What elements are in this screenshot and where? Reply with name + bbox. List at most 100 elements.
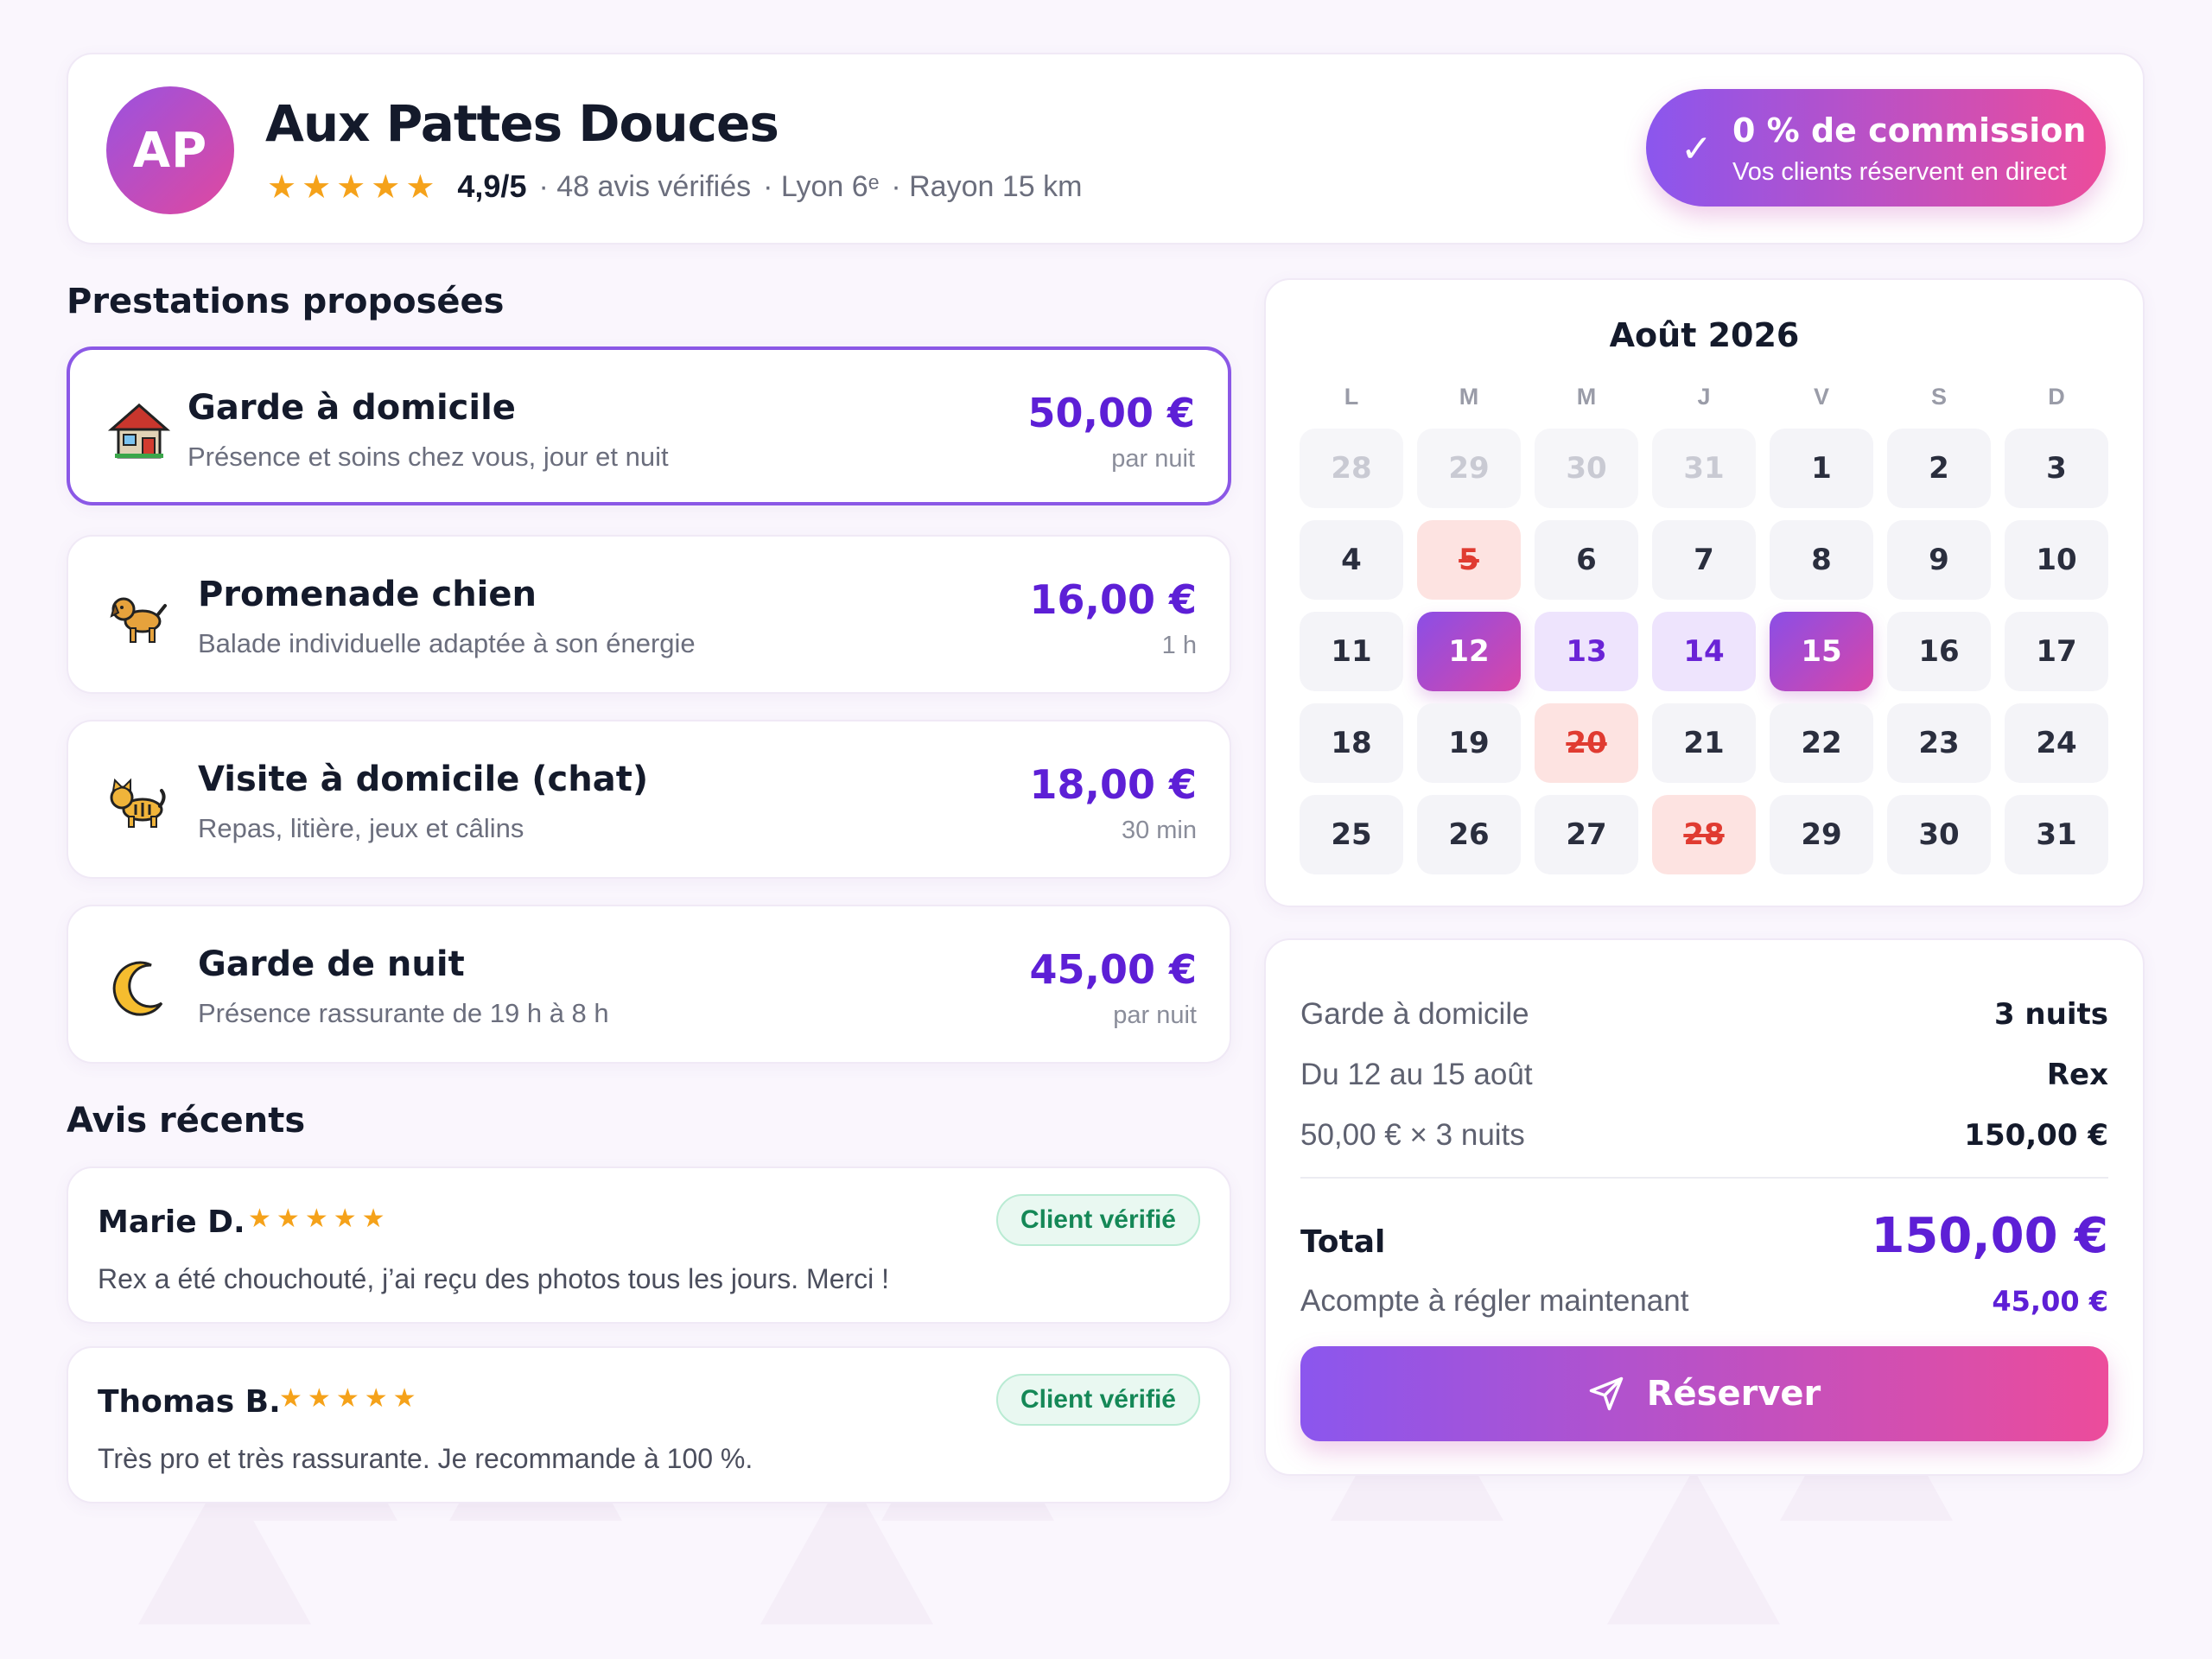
deposit-value: 45,00 € (1992, 1285, 2108, 1318)
star-icon: ★ (279, 1383, 302, 1414)
calendar-day[interactable]: 11 (1300, 612, 1403, 691)
calendar-day-outside: 30 (1535, 429, 1638, 508)
star-icon: ★ (392, 1383, 416, 1414)
weekday-header: S (1930, 384, 1947, 410)
review-author: Marie D. (98, 1205, 245, 1240)
star-icon: ★ (333, 1204, 357, 1234)
services-title: Prestations proposées (67, 282, 505, 321)
calendar-day[interactable]: 23 (1887, 703, 1991, 783)
review-stars: ★ ★ ★ ★ ★ (279, 1386, 416, 1412)
star-icon: ★ (248, 1204, 271, 1234)
review-card: Thomas B. ★ ★ ★ ★ ★ Client vérifié Très … (67, 1346, 1231, 1503)
calendar-day[interactable]: 15 (1770, 612, 1873, 691)
service-price: 50,00 € (1027, 390, 1195, 436)
service-unit: 1 h (1161, 632, 1197, 659)
summary-service-value: 3 nuits (1993, 997, 2108, 1032)
calendar-day[interactable]: 6 (1535, 520, 1638, 600)
summary-pet-name: Rex (2046, 1058, 2108, 1092)
service-price: 45,00 € (1029, 946, 1197, 993)
calendar-day[interactable]: 3 (2005, 429, 2108, 508)
profile-meta: ★ ★ ★ ★ ★ 4,9/5 · 48 avis vérifiés · Lyon 6ᵉ… (267, 168, 1082, 205)
service-card-night-sitting[interactable]: Garde de nuit Présence rassurante de 19 … (67, 905, 1231, 1064)
service-unit: par nuit (1113, 1001, 1197, 1029)
service-name: Promenade chien (198, 575, 537, 614)
commission-title: 0 % de commission (1732, 111, 2087, 149)
star-icon: ★ (361, 1204, 385, 1234)
reviews-title: Avis récents (67, 1101, 306, 1141)
calendar-day[interactable]: 29 (1770, 795, 1873, 874)
star-icon: ★ (335, 1383, 359, 1414)
avatar: AP (106, 86, 234, 214)
summary-service-label: Garde à domicile (1300, 997, 1529, 1031)
service-description: Repas, litière, jeux et câlins (198, 813, 524, 843)
summary-dates-label: Du 12 au 15 août (1300, 1058, 1533, 1091)
review-text: Très pro et très rassurante. Je recomman… (98, 1443, 753, 1474)
service-unit: 30 min (1121, 817, 1197, 844)
house-icon (108, 404, 170, 459)
availability-calendar: Août 2026 L M M J V S D 28 29 30 31 1 2 3 4 5 6 7 8 9 10 11 12… (1264, 278, 2145, 907)
service-card-dog-walk[interactable]: Promenade chien Balade individuelle adap… (67, 535, 1231, 694)
review-stars: ★ ★ ★ ★ ★ (248, 1206, 385, 1232)
service-description: Balade individuelle adaptée à son énergi… (198, 628, 696, 658)
book-button[interactable]: Réserver (1300, 1346, 2108, 1441)
star-icon: ★ (336, 168, 366, 206)
reviews-count[interactable]: · 48 avis vérifiés (538, 170, 751, 204)
calendar-day[interactable]: 12 (1417, 612, 1521, 691)
calendar-day[interactable]: 21 (1652, 703, 1756, 783)
service-unit: par nuit (1111, 445, 1195, 473)
weekday-header: M (1576, 384, 1597, 410)
moon-icon (112, 961, 163, 1016)
star-icon: ★ (364, 1383, 388, 1414)
calendar-day[interactable]: 2 (1887, 429, 1991, 508)
summary-row-service: Garde à domicile 3 nuits (1300, 997, 2108, 1032)
calendar-day[interactable]: 9 (1887, 520, 1991, 600)
service-description: Présence rassurante de 19 h à 8 h (198, 998, 609, 1028)
star-icon: ★ (267, 168, 297, 206)
service-card-home-sitting[interactable]: Garde à domicile Présence et soins chez … (67, 346, 1231, 505)
review-card: Marie D. ★ ★ ★ ★ ★ Client vérifié Rex a … (67, 1166, 1231, 1324)
summary-row-calc: 50,00 € × 3 nuits 150,00 € (1300, 1118, 2108, 1153)
location: · Lyon 6ᵉ (763, 169, 880, 203)
book-button-label: Réserver (1646, 1374, 1821, 1414)
rating-value: 4,9/5 (457, 168, 527, 204)
commission-subtitle: Vos clients réservent en direct (1732, 158, 2067, 186)
calendar-day[interactable]: 8 (1770, 520, 1873, 600)
calendar-day[interactable]: 31 (2005, 795, 2108, 874)
calendar-day[interactable]: 16 (1887, 612, 1991, 691)
calendar-day[interactable]: 30 (1887, 795, 1991, 874)
summary-row-total: Total 150,00 € (1300, 1208, 2108, 1264)
deposit-label: Acompte à régler maintenant (1300, 1284, 1689, 1318)
calendar-day[interactable]: 18 (1300, 703, 1403, 783)
booking-summary: Garde à domicile 3 nuits Du 12 au 15 aoû… (1264, 938, 2145, 1476)
calendar-day-outside: 31 (1652, 429, 1756, 508)
summary-calc-label: 50,00 € × 3 nuits (1300, 1118, 1525, 1152)
calendar-day[interactable]: 13 (1535, 612, 1638, 691)
commission-badge: ✓ 0 % de commission Vos clients réserven… (1646, 89, 2106, 207)
calendar-month-title: Août 2026 (1609, 316, 1800, 354)
calendar-day[interactable]: 4 (1300, 520, 1403, 600)
service-name: Garde de nuit (198, 944, 465, 984)
weekday-header: V (1813, 384, 1829, 410)
calendar-day-unavailable: 28 (1652, 795, 1756, 874)
service-description: Présence et soins chez vous, jour et nui… (188, 442, 669, 472)
calendar-day[interactable]: 19 (1417, 703, 1521, 783)
service-card-cat-visit[interactable]: Visite à domicile (chat) Repas, litière,… (67, 720, 1231, 879)
send-icon (1589, 1376, 1623, 1411)
calendar-day-outside: 28 (1300, 429, 1403, 508)
calendar-day[interactable]: 10 (2005, 520, 2108, 600)
star-icon: ★ (302, 168, 332, 206)
service-radius: · Rayon 15 km (891, 169, 1083, 203)
calendar-day[interactable]: 26 (1417, 795, 1521, 874)
star-icon: ★ (307, 1383, 331, 1414)
review-text: Rex a été chouchouté, j’ai reçu des phot… (98, 1263, 890, 1294)
calendar-day[interactable]: 17 (2005, 612, 2108, 691)
calendar-day[interactable]: 22 (1770, 703, 1873, 783)
calendar-day[interactable]: 1 (1770, 429, 1873, 508)
calendar-day[interactable]: 25 (1300, 795, 1403, 874)
calendar-day[interactable]: 7 (1652, 520, 1756, 600)
calendar-day[interactable]: 27 (1535, 795, 1638, 874)
calendar-day[interactable]: 14 (1652, 612, 1756, 691)
calendar-day[interactable]: 24 (2005, 703, 2108, 783)
weekday-header: L (1344, 384, 1359, 410)
verified-badge: Client vérifié (995, 1374, 1200, 1426)
